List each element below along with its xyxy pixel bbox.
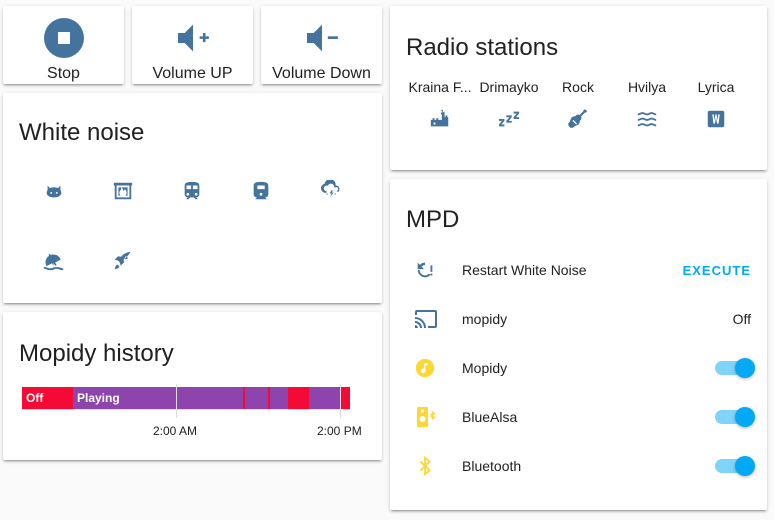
station-label: Drimayko [479,79,539,95]
entity-name: Mopidy [462,360,508,376]
volume-up-button[interactable]: Volume UP [132,6,253,84]
entity-name[interactable]: mopidy [462,311,733,327]
entity-name: Bluetooth [462,458,522,474]
train-variant-icon[interactable] [241,171,281,211]
speaker-bluetooth-icon [406,405,446,429]
axis-line [22,409,350,410]
segment-off[interactable] [340,387,350,409]
station-drimayko[interactable]: Drimayko [475,79,543,131]
segment-off[interactable]: Off [22,387,73,409]
bluealsa-toggle[interactable] [715,407,755,427]
entity-row: mopidy Off [406,299,751,339]
stop-label: Stop [47,65,80,82]
bluetooth-icon [406,455,446,477]
stop-icon [43,18,84,58]
radio-stations-card: Radio stations Kraina F... Drimayko Rock… [390,6,767,170]
segment-playing[interactable]: Playing [73,387,243,409]
sleep-icon [475,107,543,131]
segment-playing[interactable] [245,387,268,409]
axis-label-2pm: 2:00 PM [317,424,362,438]
execute-button[interactable]: EXECUTE [683,263,751,278]
segment-off[interactable] [288,387,309,409]
segment-playing-label: Playing [77,391,120,405]
mpd-title: MPD [406,206,460,233]
station-label: Kraina F... [408,79,472,95]
segment-playing[interactable] [270,387,288,409]
station-hvilya[interactable]: Hvilya [613,79,681,131]
waves-icon [613,107,681,131]
mopidy-toggle[interactable] [715,358,755,378]
entity-row: Bluetooth [406,446,755,486]
station-label: Hvilya [627,79,667,95]
station-label: Lyrica [697,79,735,95]
entity-name: Restart White Noise [462,262,587,278]
alpha-w-box-icon [682,107,750,131]
music-circle-icon [406,357,446,379]
entity-row: Restart White Noise EXECUTE [406,250,751,290]
entity-name: BlueAlsa [462,409,518,425]
volume-minus-icon [302,18,342,58]
rocket-icon[interactable] [103,241,143,281]
volume-down-button[interactable]: Volume Down [261,6,382,84]
radio-title: Radio stations [406,34,559,61]
station-kraina[interactable]: Kraina F... [406,79,474,131]
fireplace-icon[interactable] [103,171,143,211]
cast-icon [406,307,446,331]
restart-alert-icon [406,259,446,281]
guitar-icon [544,107,612,131]
beach-icon[interactable] [34,241,74,281]
segment-playing[interactable] [309,387,340,409]
mopidy-history-card: Mopidy history Off Playing 2:00 AM 2:00 … [3,312,382,460]
volume-down-label: Volume Down [272,65,371,82]
entity-row: Mopidy [406,348,755,388]
white-noise-card: White noise [3,93,382,303]
entity-row: BlueAlsa [406,397,755,437]
segment-off-label: Off [26,391,44,405]
castle-icon [406,107,474,131]
train-icon[interactable] [172,171,212,211]
bluetooth-toggle[interactable] [715,456,755,476]
mpd-card: MPD Restart White Noise EXECUTE mopidy O… [390,179,767,510]
weather-pouring-icon[interactable] [311,171,351,211]
axis-label-2am: 2:00 AM [153,424,198,438]
station-rock[interactable]: Rock [544,79,612,131]
volume-up-label: Volume UP [152,65,233,82]
volume-plus-icon [173,18,213,58]
history-timeline[interactable]: Off Playing [22,387,350,409]
cat-icon[interactable] [34,171,74,211]
white-noise-title: White noise [19,119,145,146]
axis-tick [176,384,177,418]
axis-tick [340,384,341,418]
entity-state: Off [732,311,751,327]
station-label: Rock [562,79,594,95]
history-title: Mopidy history [19,340,174,367]
station-lyrica[interactable]: Lyrica [682,79,750,131]
stop-button[interactable]: Stop [3,6,124,84]
